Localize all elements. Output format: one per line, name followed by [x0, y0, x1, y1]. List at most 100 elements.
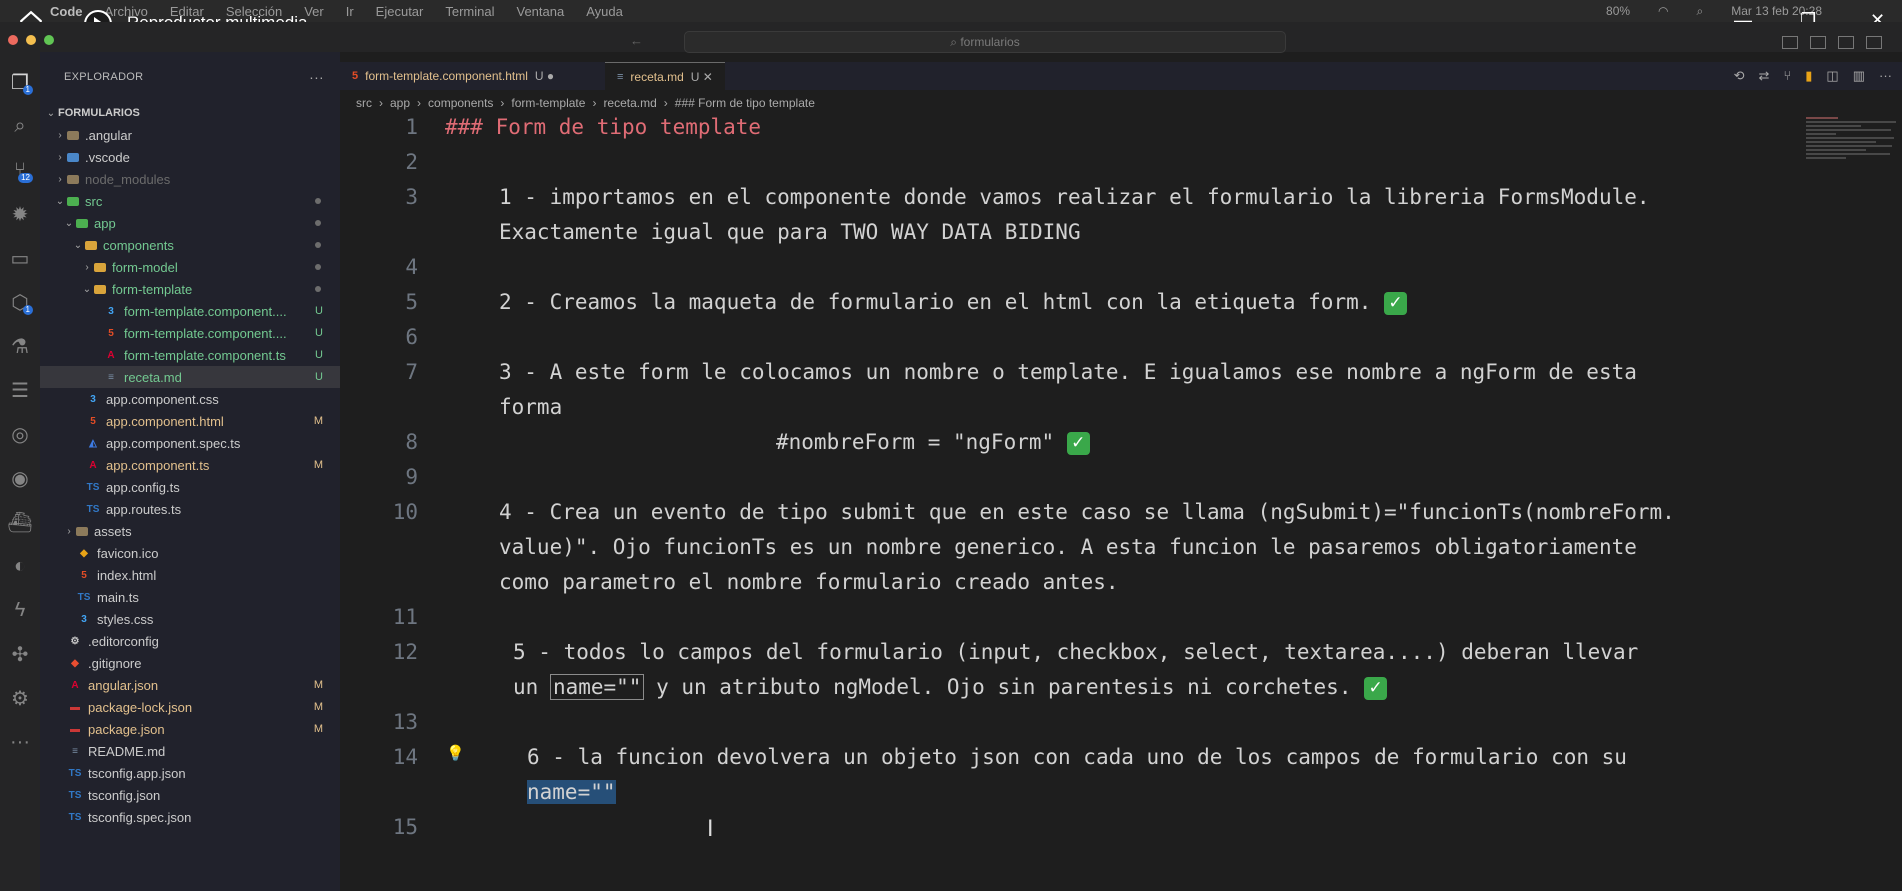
- lightbulb-icon[interactable]: 💡: [446, 744, 465, 762]
- search-icon[interactable]: ⌕: [0, 104, 40, 148]
- file-row[interactable]: ≡ receta.md U: [40, 366, 340, 388]
- mac-menu-item[interactable]: Ir: [346, 4, 354, 19]
- breadcrumb-item[interactable]: components: [428, 96, 493, 110]
- window-minimize-dot[interactable]: [26, 35, 36, 45]
- folder-row[interactable]: › .vscode: [40, 146, 340, 168]
- more-icon[interactable]: ···: [0, 720, 40, 764]
- tab-status-mark[interactable]: U ✕: [691, 70, 713, 84]
- github-icon[interactable]: ◉: [0, 456, 40, 500]
- breadcrumb-item[interactable]: app: [390, 96, 410, 110]
- folder-row[interactable]: ⌄ components: [40, 234, 340, 256]
- breadcrumb-item[interactable]: ### Form de tipo template: [675, 96, 815, 110]
- breadcrumb-item[interactable]: src: [356, 96, 372, 110]
- minimap[interactable]: [1803, 115, 1902, 891]
- chevron-right-icon[interactable]: ›: [80, 262, 94, 273]
- file-row[interactable]: ◭ app.component.spec.ts: [40, 432, 340, 454]
- back-arrow-icon[interactable]: ←: [630, 33, 643, 48]
- file-row[interactable]: 5 form-template.component.... U: [40, 322, 340, 344]
- tab-more-icon[interactable]: ···: [1879, 68, 1892, 84]
- toggle-secondary-sidebar-icon[interactable]: [1838, 36, 1854, 49]
- chevron-down-icon[interactable]: ⌄: [71, 240, 85, 251]
- file-row[interactable]: 3 app.component.css: [40, 388, 340, 410]
- file-row[interactable]: Aform-template.component.ts U: [40, 344, 340, 366]
- folder-row[interactable]: ⌄ src: [40, 190, 340, 212]
- file-row[interactable]: 3 styles.css: [40, 608, 340, 630]
- tab-receta-md[interactable]: ≡ receta.md U ✕: [605, 62, 725, 91]
- file-row[interactable]: 3 form-template.component.... U: [40, 300, 340, 322]
- chevron-down-icon[interactable]: ⌄: [62, 218, 76, 229]
- wifi-icon[interactable]: ◠: [1658, 4, 1668, 18]
- file-row[interactable]: TS main.ts: [40, 586, 340, 608]
- toggle-panel-icon[interactable]: [1810, 36, 1826, 49]
- extensions-icon[interactable]: ⬡ 1: [0, 280, 40, 324]
- open-preview-icon[interactable]: ◫: [1826, 68, 1838, 84]
- testing-icon[interactable]: ⚗: [0, 324, 40, 368]
- timeline-icon[interactable]: ◎: [0, 412, 40, 456]
- python-icon[interactable]: ⚙: [0, 676, 40, 720]
- file-row[interactable]: ▬ package.json M: [40, 718, 340, 740]
- spotlight-icon[interactable]: ⌕: [1697, 4, 1704, 19]
- chevron-right-icon[interactable]: ›: [53, 152, 67, 163]
- code-editor[interactable]: 1 ### Form de tipo template 2 3 1 - importam…: [340, 115, 1760, 891]
- explorer-more-icon[interactable]: ···: [309, 69, 324, 85]
- mac-app-name[interactable]: Code: [50, 4, 83, 19]
- file-row[interactable]: TS app.routes.ts: [40, 498, 340, 520]
- file-row[interactable]: Aapp.component.ts M: [40, 454, 340, 476]
- file-row[interactable]: 5 index.html: [40, 564, 340, 586]
- file-row[interactable]: ◆ .gitignore: [40, 652, 340, 674]
- file-row[interactable]: ≡ README.md: [40, 740, 340, 762]
- run-debug-icon[interactable]: ✹: [0, 192, 40, 236]
- chevron-right-icon[interactable]: ›: [62, 526, 76, 537]
- file-row[interactable]: ▬ package-lock.json M: [40, 696, 340, 718]
- window-close-dot[interactable]: [8, 35, 18, 45]
- mac-menu-item[interactable]: Ver: [304, 4, 324, 19]
- folder-row[interactable]: › node_modules: [40, 168, 340, 190]
- split-editor-icon[interactable]: ▥: [1853, 68, 1865, 84]
- command-center-search[interactable]: ⌕ formularios: [684, 31, 1286, 53]
- folder-row[interactable]: › .angular: [40, 124, 340, 146]
- file-row[interactable]: ◆ favicon.ico: [40, 542, 340, 564]
- timeline-action-icon[interactable]: ⟲: [1734, 68, 1745, 84]
- tab-status-mark[interactable]: U ●: [535, 69, 554, 83]
- file-row[interactable]: TS tsconfig.app.json: [40, 762, 340, 784]
- mac-menu-item[interactable]: Terminal: [445, 4, 494, 19]
- file-row[interactable]: Aangular.json M: [40, 674, 340, 696]
- git-graph-icon[interactable]: ✣: [0, 632, 40, 676]
- folder-row[interactable]: › assets: [40, 520, 340, 542]
- tab-form-template-component-html[interactable]: 5 form-template.component.html U ●: [340, 62, 566, 90]
- live-server-icon[interactable]: ☰: [0, 368, 40, 412]
- chevron-down-icon[interactable]: ⌄: [44, 108, 58, 119]
- folder-row[interactable]: › form-model: [40, 256, 340, 278]
- thunder-client-icon[interactable]: ϟ: [0, 588, 40, 632]
- folder-row[interactable]: ⌄ form-template: [40, 278, 340, 300]
- chevron-down-icon[interactable]: ⌄: [53, 196, 67, 207]
- customize-layout-icon[interactable]: [1866, 36, 1882, 49]
- file-row[interactable]: TS app.config.ts: [40, 476, 340, 498]
- compare-icon[interactable]: ⇄: [1759, 68, 1770, 84]
- mac-menu-item[interactable]: Selección: [226, 4, 282, 19]
- file-row[interactable]: TS tsconfig.spec.json: [40, 806, 340, 828]
- tree-root-formularios[interactable]: ⌄ FORMULARIOS: [40, 102, 340, 124]
- explorer-icon[interactable]: ❐ 1: [0, 60, 40, 104]
- chevron-down-icon[interactable]: ⌄: [80, 284, 94, 295]
- chevron-right-icon[interactable]: ›: [53, 174, 67, 185]
- mac-menu-item[interactable]: Ejecutar: [376, 4, 424, 19]
- mac-menu-item[interactable]: Ayuda: [586, 4, 623, 19]
- file-row[interactable]: ⚙ .editorconfig: [40, 630, 340, 652]
- file-row[interactable]: 5 app.component.html M: [40, 410, 340, 432]
- docker-icon[interactable]: ⛴: [0, 500, 40, 544]
- mac-menu-item[interactable]: Ventana: [517, 4, 565, 19]
- bookmark-icon[interactable]: ▮: [1805, 68, 1812, 84]
- mac-menu-item[interactable]: Editar: [170, 4, 204, 19]
- gitlens-icon[interactable]: ◐: [0, 544, 40, 588]
- folder-row[interactable]: ⌄ app: [40, 212, 340, 234]
- toggle-sidebar-icon[interactable]: [1782, 36, 1798, 49]
- mac-menu-item[interactable]: Archivo: [105, 4, 148, 19]
- breadcrumb-item[interactable]: form-template: [511, 96, 585, 110]
- breadcrumb-item[interactable]: receta.md: [603, 96, 656, 110]
- remote-explorer-icon[interactable]: ▭: [0, 236, 40, 280]
- chevron-right-icon[interactable]: ›: [53, 130, 67, 141]
- source-control-icon[interactable]: ⑂ 12: [0, 148, 40, 192]
- source-action-icon[interactable]: ⑂: [1783, 68, 1791, 84]
- file-row[interactable]: TS tsconfig.json: [40, 784, 340, 806]
